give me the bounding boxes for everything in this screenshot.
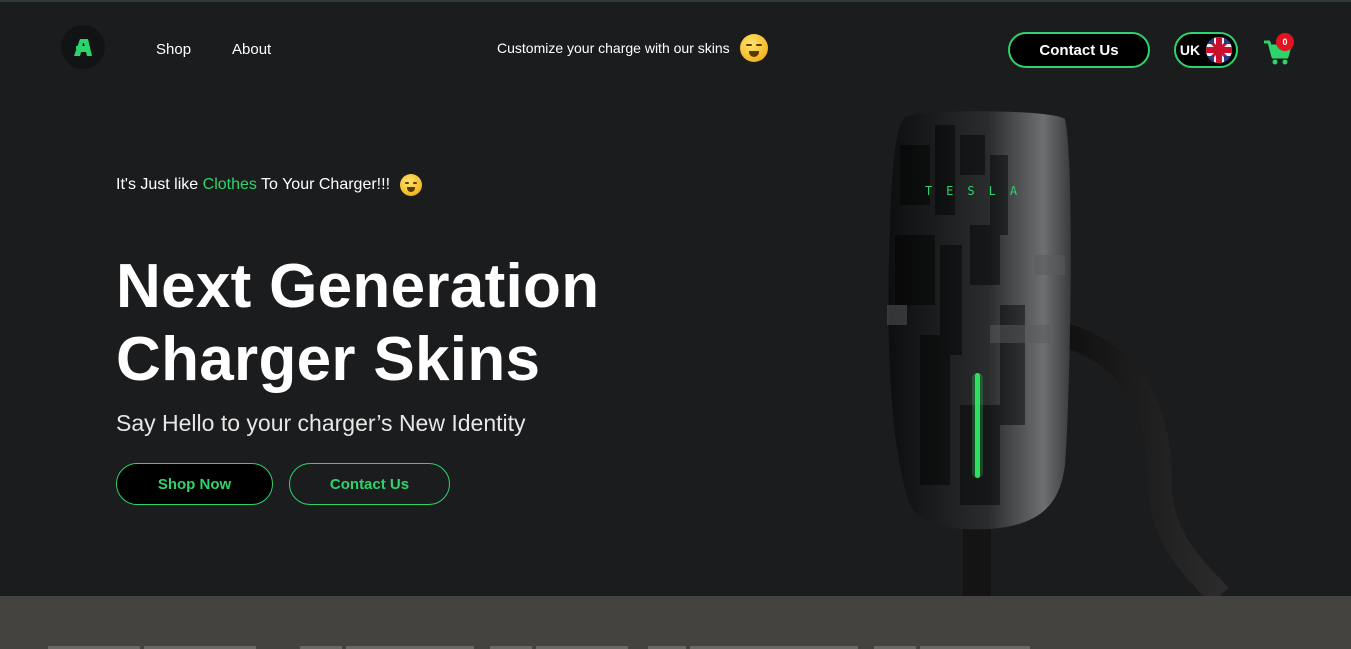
headline-line-1: Next Generation [116, 252, 600, 321]
drooling-face-icon [739, 34, 768, 62]
charger-product-image: TESLA [887, 111, 1229, 596]
brand-logo-icon [74, 39, 92, 56]
tagline-highlight: Clothes [202, 176, 257, 193]
hero-contact-button[interactable]: Contact Us [289, 463, 450, 505]
brand-logo[interactable] [61, 25, 105, 69]
tagline-suffix: To Your Charger!!! [256, 176, 391, 193]
charger-brand-text: TESLA [925, 184, 1031, 198]
header-contact-button[interactable]: Contact Us [1008, 32, 1150, 68]
top-border [0, 0, 1351, 2]
promo-banner: Customize your charge with our skins [497, 30, 768, 66]
nav-about-link[interactable]: About [232, 41, 271, 58]
hero-headline: Next Generation Charger Skins [116, 250, 599, 396]
tagline-text: It's Just like Clothes To Your Charger!!… [116, 176, 390, 194]
headline-line-2: Charger Skins [116, 325, 541, 394]
language-selector[interactable]: UK [1174, 32, 1238, 68]
promo-text: Customize your charge with our skins [497, 40, 730, 56]
next-section-band [0, 596, 1351, 649]
language-code: UK [1179, 42, 1201, 58]
drooling-face-icon [400, 174, 423, 196]
shop-now-button[interactable]: Shop Now [116, 463, 273, 505]
nav-shop-link[interactable]: Shop [156, 41, 191, 58]
bottom-strip [0, 644, 1351, 649]
hero-subheading: Say Hello to your charger’s New Identity [116, 410, 526, 436]
hero-tagline: It's Just like Clothes To Your Charger!!… [116, 174, 423, 196]
uk-flag-icon [1206, 37, 1233, 63]
cart-count-badge: 0 [1276, 33, 1294, 51]
tagline-prefix: It's Just like [116, 176, 203, 193]
